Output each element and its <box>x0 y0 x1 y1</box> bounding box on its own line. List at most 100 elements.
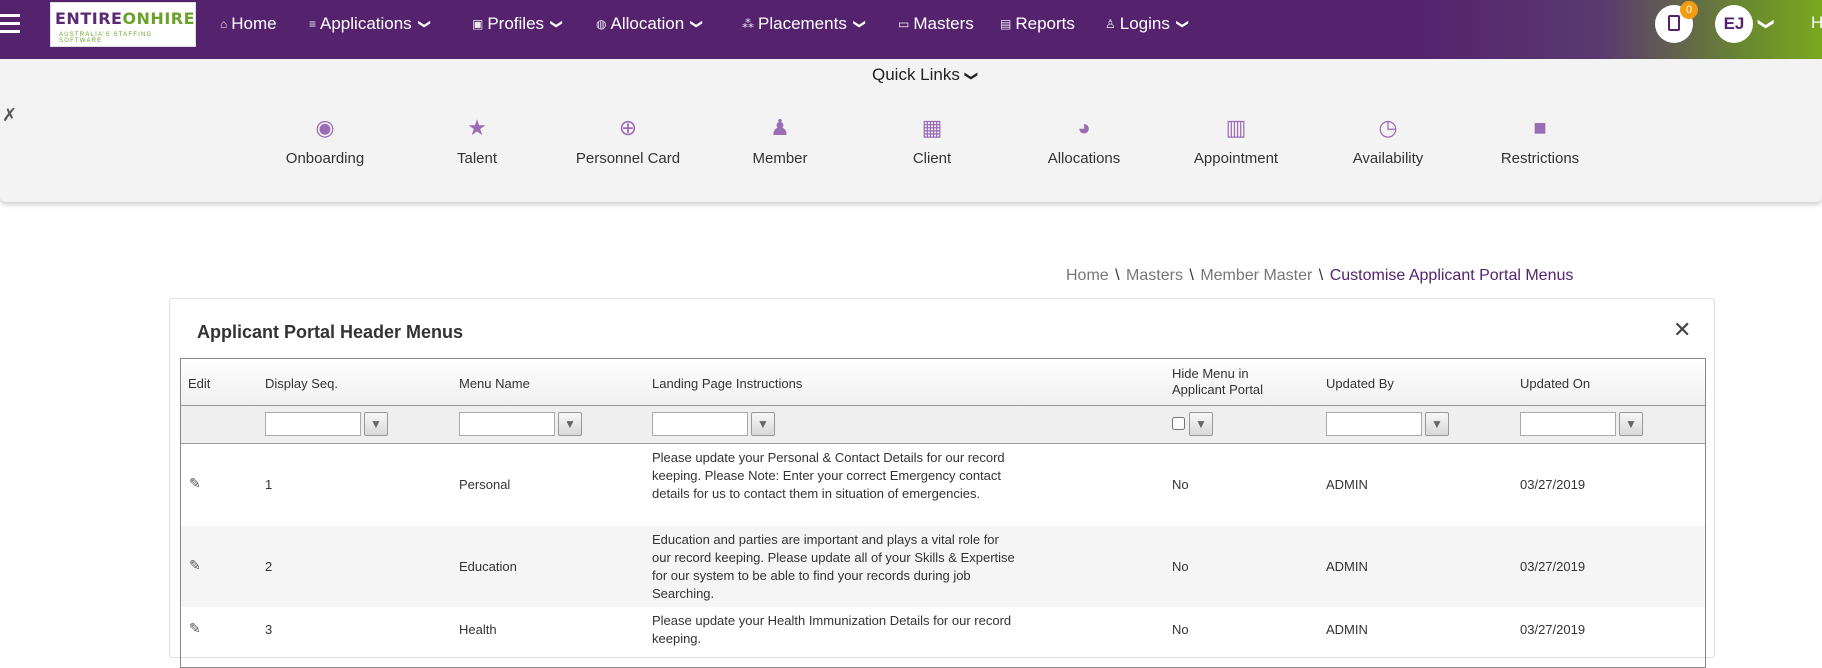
pencil-icon[interactable]: ✎ <box>189 475 201 492</box>
nav-masters[interactable]: ▭ Masters <box>898 0 974 47</box>
col-landing-instructions[interactable]: Landing Page Instructions <box>652 376 802 391</box>
logo-tagline: AUSTRALIA'S STAFFING SOFTWARE <box>59 32 153 44</box>
chevron-down-icon: ❯ <box>550 18 565 29</box>
col-updated-by[interactable]: Updated By <box>1326 376 1394 391</box>
help-link[interactable]: H <box>1811 13 1822 33</box>
col-updated-on[interactable]: Updated On <box>1520 376 1590 391</box>
quick-link-availability[interactable]: ◷ Availability <box>1313 114 1463 167</box>
pencil-icon[interactable]: ✎ <box>189 557 201 574</box>
nav-profiles-label: Profiles <box>487 13 545 33</box>
nav-logins-label: Logins <box>1119 13 1170 33</box>
quick-link-label: Client <box>912 150 952 167</box>
nav-profiles[interactable]: ▣ Profiles ❯ <box>472 0 565 47</box>
building-icon: ▦ <box>921 115 943 140</box>
quick-link-member[interactable]: ♟ Member <box>705 114 855 167</box>
home-icon: ⌂ <box>220 16 228 31</box>
cell-hide: No <box>1172 622 1189 637</box>
search-plus-icon: ⊕ <box>618 115 638 140</box>
quick-link-restrictions[interactable]: ■ Restrictions <box>1465 114 1615 167</box>
quick-link-label: Restrictions <box>1500 150 1580 167</box>
filter-landing-input[interactable] <box>652 412 748 436</box>
breadcrumb-masters[interactable]: Masters <box>1126 267 1183 284</box>
grid-filter-row: ▼ ▼ ▼ ▼ ▼ ▼ <box>181 406 1705 444</box>
breadcrumb-current: Customise Applicant Portal Menus <box>1329 267 1574 284</box>
globe-icon: ◍ <box>596 16 607 31</box>
sitemap-icon: ⁂ <box>742 16 754 31</box>
quick-link-label: Allocations <box>1047 150 1121 167</box>
breadcrumb-home[interactable]: Home <box>1066 267 1109 284</box>
quick-link-talent[interactable]: ★ Talent <box>402 114 552 167</box>
cell-updated-by: ADMIN <box>1326 559 1368 574</box>
quick-link-client[interactable]: ▦ Client <box>857 114 1007 167</box>
filter-icon[interactable]: ▼ <box>751 412 775 436</box>
pencil-icon[interactable]: ✎ <box>189 620 201 637</box>
notification-count-badge: 0 <box>1680 1 1698 19</box>
grid-header: Edit Display Seq. Menu Name Landing Page… <box>181 359 1705 406</box>
filter-icon[interactable]: ▼ <box>1619 412 1643 436</box>
col-menu-name[interactable]: Menu Name <box>459 376 530 391</box>
nav-allocation-label: Allocation <box>610 13 685 33</box>
cell-menu-name: Health <box>459 622 497 637</box>
filter-display-seq-input[interactable] <box>265 412 361 436</box>
filter-icon[interactable]: ▼ <box>1425 412 1449 436</box>
nav-reports-label: Reports <box>1015 13 1075 33</box>
filter-icon[interactable]: ▼ <box>558 412 582 436</box>
filter-updated-by-input[interactable] <box>1326 412 1422 436</box>
col-hide-menu[interactable]: Hide Menu in Applicant Portal <box>1172 366 1263 398</box>
nav-masters-label: Masters <box>913 13 974 33</box>
cell-seq: 2 <box>265 559 273 574</box>
hamburger-menu-icon[interactable] <box>0 14 22 34</box>
col-display-seq[interactable]: Display Seq. <box>265 376 338 391</box>
nav-placements[interactable]: ⁂ Placements ❯ <box>742 0 867 47</box>
quick-link-personnel-card[interactable]: ⊕ Personnel Card <box>553 114 703 167</box>
quick-link-label: Member <box>752 150 808 167</box>
table-row: ✎ 1 Personal Please update your Personal… <box>181 444 1705 526</box>
user-circle-icon: ◉ <box>315 115 335 140</box>
logo[interactable]: ENTIREONHIRE AUSTRALIA'S STAFFING SOFTWA… <box>50 2 196 47</box>
avatar[interactable]: EJ <box>1715 5 1753 43</box>
chevron-down-icon: ❯ <box>852 18 867 29</box>
unpin-icon[interactable]: ✗ <box>2 105 17 126</box>
filter-updated-on-input[interactable] <box>1520 412 1616 436</box>
nav-home[interactable]: ⌂ Home <box>220 0 277 47</box>
cell-instructions: Education and parties are important and … <box>652 532 1015 601</box>
cell-instructions: Please update your Personal & Contact De… <box>652 450 1005 501</box>
clock-icon: ◷ <box>1378 115 1398 140</box>
close-icon[interactable]: ✕ <box>1673 317 1691 343</box>
chevron-down-icon[interactable]: ❯ <box>1757 17 1777 30</box>
quick-link-label: Onboarding <box>285 150 365 167</box>
quick-link-onboarding[interactable]: ◉ Onboarding <box>250 114 400 167</box>
quick-link-appointment[interactable]: ▥ Appointment <box>1161 114 1311 167</box>
cell-seq: 3 <box>265 622 273 637</box>
cell-menu-name: Personal <box>459 477 511 492</box>
panel-title: Applicant Portal Header Menus <box>197 322 464 342</box>
nav-reports[interactable]: ▤ Reports <box>1000 0 1075 47</box>
filter-icon[interactable]: ▼ <box>1189 412 1213 436</box>
breadcrumb-separator: \ <box>1115 267 1120 284</box>
filter-hide-menu-checkbox[interactable] <box>1172 417 1185 430</box>
document-icon <box>1668 15 1680 31</box>
notifications-button[interactable]: 0 <box>1655 1 1698 43</box>
filter-menu-name-input[interactable] <box>459 412 555 436</box>
nav-applications[interactable]: ≡ Applications ❯ <box>309 0 432 47</box>
cell-instructions: Please update your Health Immunization D… <box>652 613 1012 646</box>
breadcrumb-member-master[interactable]: Member Master <box>1200 267 1312 284</box>
id-card-icon: ▣ <box>472 16 484 31</box>
nav-logins[interactable]: ♙ Logins ❯ <box>1105 0 1190 47</box>
filter-icon[interactable]: ▼ <box>364 412 388 436</box>
cell-hide: No <box>1172 477 1189 492</box>
nav-allocation[interactable]: ◍ Allocation ❯ <box>596 0 704 47</box>
nav-placements-label: Placements <box>758 13 847 33</box>
lock-icon: ■ <box>1533 115 1547 140</box>
col-edit[interactable]: Edit <box>188 376 210 391</box>
logo-part-2: ONHIRE <box>122 9 196 28</box>
quick-link-allocations[interactable]: ◕ Allocations <box>1009 114 1159 167</box>
cell-updated-by: ADMIN <box>1326 477 1368 492</box>
quick-links-toggle[interactable]: Quick Links ❯ <box>872 65 979 85</box>
user-icon: ♟ <box>770 115 790 140</box>
quick-link-label: Availability <box>1352 150 1424 167</box>
cell-updated-on: 03/27/2019 <box>1520 477 1586 492</box>
cell-menu-name: Education <box>459 559 517 574</box>
quick-links-title: Quick Links <box>872 65 960 84</box>
cell-seq: 1 <box>265 477 273 492</box>
